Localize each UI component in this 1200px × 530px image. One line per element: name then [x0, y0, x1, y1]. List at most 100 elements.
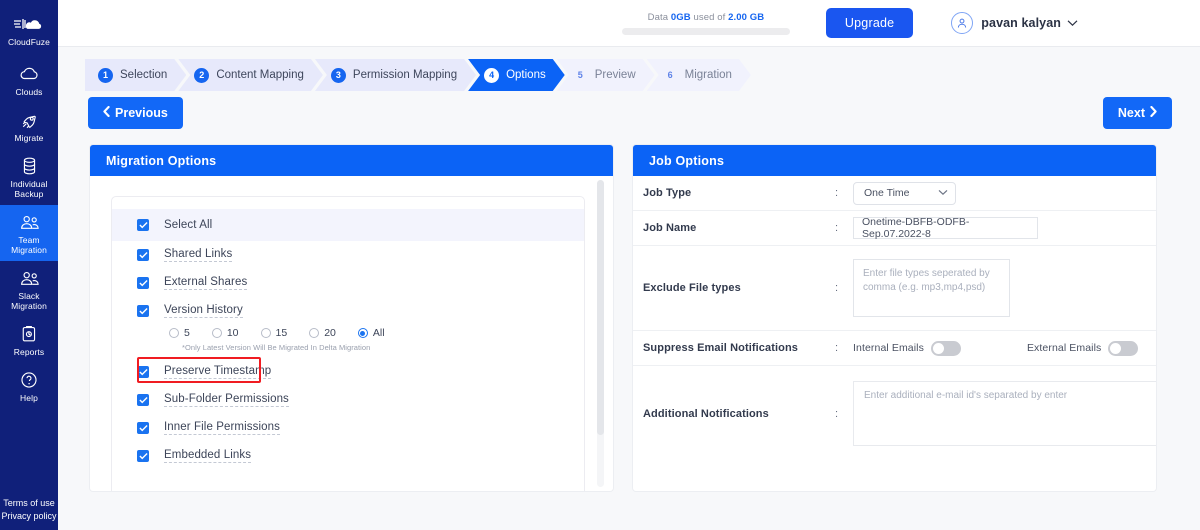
step-content-mapping[interactable]: 2 Content Mapping [178, 59, 323, 91]
chevron-down-icon [938, 187, 948, 199]
radio-version-20[interactable]: 20 [309, 327, 336, 339]
previous-button[interactable]: Previous [88, 97, 183, 129]
sidebar-item-reports[interactable]: Reports [0, 317, 58, 363]
data-usage-bar [621, 27, 790, 35]
migration-options-title: Migration Options [90, 145, 613, 176]
exclude-file-types-input[interactable]: Enter file types seperated by comma (e.g… [853, 259, 1010, 317]
data-usage-used: 0GB [670, 11, 691, 23]
radio-dot [357, 328, 368, 338]
option-row-select-all[interactable]: Select All [112, 209, 584, 241]
privacy-policy-link[interactable]: Privacy policy [1, 510, 56, 523]
chevron-down-icon [1067, 14, 1078, 32]
option-row-shared-links[interactable]: Shared Links [112, 241, 584, 269]
profile-menu[interactable]: pavan kalyan [951, 12, 1078, 34]
toggle-knob [932, 342, 944, 354]
upgrade-button[interactable]: Upgrade [825, 8, 914, 38]
sidebar-item-slack-migration[interactable]: Slack Migration [0, 261, 58, 317]
option-label: Preserve Timestamp [164, 365, 272, 379]
radio-version-15[interactable]: 15 [260, 327, 288, 339]
radio-version-all[interactable]: All [357, 327, 385, 339]
job-name-input[interactable]: Onetime-DBFB-ODFB-Sep.07.2022-8 [853, 216, 1038, 240]
step-label: Content Mapping [216, 69, 304, 81]
job-name-label: Job Name [643, 222, 697, 234]
sidebar-item-individual-backup[interactable]: Individual Backup [0, 149, 58, 205]
toggle-knob [1110, 342, 1122, 354]
checkbox-version-history[interactable] [137, 305, 149, 317]
sidebar-item-label: Individual Backup [10, 179, 48, 199]
option-label: External Shares [164, 276, 248, 290]
radio-version-5[interactable]: 5 [169, 327, 190, 339]
job-type-select[interactable]: One Time [853, 181, 956, 205]
radio-label: 5 [184, 327, 190, 339]
wizard-nav: Previous Next [58, 91, 1200, 129]
option-label: Inner File Permissions [164, 421, 280, 435]
panel-scrollbar-thumb[interactable] [597, 180, 604, 435]
option-row-sub-folder-permissions[interactable]: Sub-Folder Permissions [112, 386, 584, 414]
step-label: Preview [594, 69, 636, 81]
option-label: Select All [164, 219, 213, 231]
chevron-right-icon [1150, 105, 1157, 120]
option-row-embedded-links[interactable]: Embedded Links [112, 442, 584, 470]
sidebar-item-help[interactable]: Help [0, 363, 58, 409]
sidebar: CloudFuze Clouds Migrate Individual Back… [0, 0, 58, 530]
terms-of-use-link[interactable]: Terms of use [1, 497, 56, 510]
checkbox-sub-folder-permissions[interactable] [137, 394, 149, 406]
chevron-left-icon [103, 105, 110, 120]
sidebar-item-label: Clouds [15, 87, 43, 97]
cloud-icon [20, 64, 39, 84]
step-number: 6 [667, 70, 673, 80]
checkbox-select-all[interactable] [137, 219, 149, 231]
sidebar-item-label: Help [20, 393, 38, 403]
external-emails-toggle[interactable] [1108, 340, 1139, 356]
step-migration[interactable]: 6 Migration [647, 59, 751, 91]
step-preview[interactable]: 5 Preview [557, 59, 655, 91]
step-number: 1 [98, 68, 113, 83]
panel-scrollbar[interactable] [597, 180, 604, 487]
step-label: Selection [120, 69, 168, 81]
step-selection[interactable]: 1 Selection [85, 59, 186, 91]
job-name-row: Job Name : Onetime-DBFB-ODFB-Sep.07.2022… [633, 211, 1156, 246]
radio-version-10[interactable]: 10 [211, 327, 239, 339]
checkbox-shared-links[interactable] [137, 249, 149, 261]
main-content: Data 0GB used of 2.00 GB Upgrade pavan k… [58, 0, 1200, 530]
checkbox-preserve-timestamp[interactable] [137, 366, 149, 378]
step-label: Migration [684, 69, 732, 81]
users-icon [19, 268, 40, 288]
option-label: Version History [164, 304, 243, 318]
separator-colon: : [835, 407, 839, 420]
checkbox-external-shares[interactable] [137, 277, 149, 289]
option-row-external-shares[interactable]: External Shares [112, 269, 584, 297]
separator-colon: : [835, 187, 839, 199]
additional-notifications-input[interactable]: Enter additional e-mail id's separated b… [853, 381, 1156, 446]
radio-label: 15 [275, 327, 288, 339]
step-options[interactable]: 4 Options [468, 59, 565, 91]
job-type-label: Job Type [643, 187, 692, 199]
radio-dot [211, 328, 222, 338]
additional-notifications-row: Additional Notifications : Enter additio… [633, 366, 1156, 461]
sidebar-logo[interactable]: CloudFuze [0, 6, 58, 57]
data-usage-prefix: Data [647, 11, 671, 23]
next-button-label: Next [1117, 106, 1145, 120]
job-type-row: Job Type : One Time [633, 176, 1156, 211]
data-usage-middle: used of [690, 11, 729, 23]
exclude-file-types-row: Exclude File types : Enter file types se… [633, 246, 1156, 331]
sidebar-item-team-migration[interactable]: Team Migration [0, 205, 58, 261]
sidebar-item-clouds[interactable]: Clouds [0, 57, 58, 103]
step-number: 5 [577, 70, 583, 80]
sidebar-item-migrate[interactable]: Migrate [0, 103, 58, 149]
step-permission-mapping[interactable]: 3 Permission Mapping [315, 59, 476, 91]
version-note: *Only Latest Version Will Be Migrated In… [182, 343, 371, 352]
internal-emails-toggle[interactable] [930, 340, 961, 356]
step-number: 2 [194, 68, 209, 83]
checkbox-inner-file-permissions[interactable] [137, 422, 149, 434]
option-row-inner-file-permissions[interactable]: Inner File Permissions [112, 414, 584, 442]
exclude-file-types-control: Enter file types seperated by comma (e.g… [853, 259, 1156, 317]
option-row-version-history[interactable]: Version History [112, 297, 584, 325]
checkbox-embedded-links[interactable] [137, 450, 149, 462]
next-button[interactable]: Next [1102, 97, 1172, 129]
suppress-email-row: Suppress Email Notifications : Internal … [633, 331, 1156, 366]
users-icon [19, 212, 40, 232]
job-options-panel: Job Options Job Type : One Time Job Name… [633, 145, 1156, 491]
sidebar-item-label: Reports [13, 347, 45, 357]
option-row-preserve-timestamp[interactable]: Preserve Timestamp [125, 357, 584, 386]
